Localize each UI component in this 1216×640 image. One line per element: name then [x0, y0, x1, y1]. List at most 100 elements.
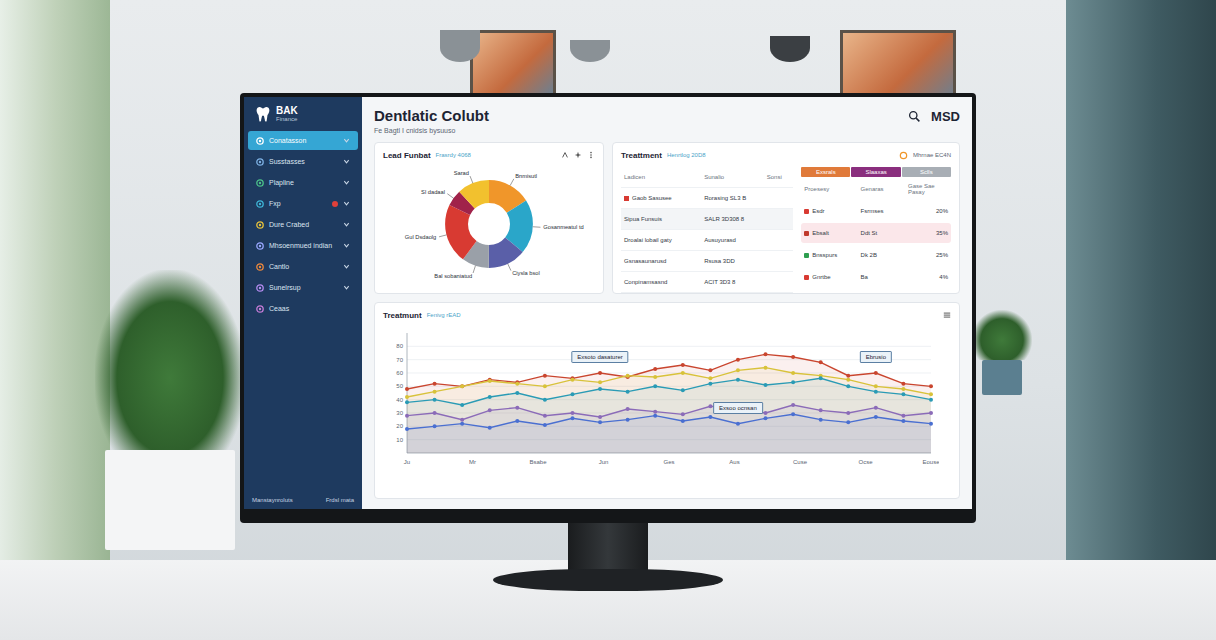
data-point[interactable]	[653, 384, 657, 388]
data-point[interactable]	[433, 424, 437, 428]
donut-slice[interactable]	[457, 192, 522, 257]
data-point[interactable]	[708, 382, 712, 386]
menu-icon[interactable]	[943, 311, 951, 319]
data-point[interactable]	[929, 384, 933, 388]
donut-slice[interactable]	[457, 192, 522, 257]
table-row[interactable]: BnsspursDk 2B25%	[801, 245, 951, 265]
logo[interactable]: BAKFinance	[244, 105, 362, 131]
data-point[interactable]	[874, 371, 878, 375]
table-row[interactable]: EsdrFsrmses20%	[801, 201, 951, 221]
table-row[interactable]: Droalai lobail gatyAusuyurasd	[621, 230, 793, 251]
sidebar-item[interactable]: Cantlo	[248, 257, 358, 276]
data-point[interactable]	[570, 416, 574, 420]
data-point[interactable]	[653, 375, 657, 379]
data-point[interactable]	[598, 380, 602, 384]
data-point[interactable]	[901, 419, 905, 423]
data-point[interactable]	[708, 404, 712, 408]
data-point[interactable]	[791, 380, 795, 384]
donut-slice[interactable]	[457, 192, 522, 257]
data-point[interactable]	[681, 371, 685, 375]
data-point[interactable]	[570, 392, 574, 396]
data-point[interactable]	[819, 408, 823, 412]
data-point[interactable]	[543, 374, 547, 378]
data-point[interactable]	[653, 367, 657, 371]
data-point[interactable]	[626, 374, 630, 378]
data-point[interactable]	[515, 419, 519, 423]
data-point[interactable]	[846, 420, 850, 424]
data-point[interactable]	[929, 422, 933, 426]
data-point[interactable]	[598, 371, 602, 375]
data-point[interactable]	[874, 415, 878, 419]
data-point[interactable]	[405, 395, 409, 399]
data-point[interactable]	[570, 411, 574, 415]
table-row[interactable]: Sipua FunsuisSALR 3D308 8	[621, 209, 793, 230]
data-point[interactable]	[736, 422, 740, 426]
more-icon[interactable]	[587, 151, 595, 159]
data-point[interactable]	[764, 416, 768, 420]
data-point[interactable]	[708, 376, 712, 380]
data-point[interactable]	[736, 368, 740, 372]
data-point[interactable]	[901, 382, 905, 386]
data-point[interactable]	[460, 384, 464, 388]
data-point[interactable]	[681, 419, 685, 423]
data-point[interactable]	[460, 384, 464, 388]
sidebar-item[interactable]: Fxp	[248, 194, 358, 213]
data-point[interactable]	[515, 391, 519, 395]
data-point[interactable]	[901, 414, 905, 418]
sidebar-item[interactable]: Ceaas	[248, 299, 358, 318]
data-point[interactable]	[488, 379, 492, 383]
data-point[interactable]	[846, 378, 850, 382]
data-point[interactable]	[543, 398, 547, 402]
data-point[interactable]	[543, 423, 547, 427]
sidebar-item[interactable]: Sunelrsup	[248, 278, 358, 297]
data-point[interactable]	[791, 371, 795, 375]
data-point[interactable]	[653, 414, 657, 418]
data-point[interactable]	[874, 406, 878, 410]
data-point[interactable]	[405, 400, 409, 404]
data-point[interactable]	[874, 390, 878, 394]
sidebar-item[interactable]: Conatasson	[248, 131, 358, 150]
data-point[interactable]	[433, 398, 437, 402]
data-point[interactable]	[598, 420, 602, 424]
data-point[interactable]	[626, 407, 630, 411]
data-point[interactable]	[764, 366, 768, 370]
data-point[interactable]	[819, 418, 823, 422]
data-point[interactable]	[846, 411, 850, 415]
footer-link[interactable]: Frdsl mata	[326, 497, 354, 503]
data-point[interactable]	[929, 411, 933, 415]
data-point[interactable]	[901, 387, 905, 391]
tab[interactable]: Slaaxas	[851, 167, 900, 177]
data-point[interactable]	[681, 412, 685, 416]
table-row[interactable]: EbsaltDdt St35%	[801, 223, 951, 243]
data-point[interactable]	[736, 378, 740, 382]
data-point[interactable]	[405, 414, 409, 418]
data-point[interactable]	[460, 422, 464, 426]
data-point[interactable]	[405, 427, 409, 431]
tab[interactable]: Exsrals	[801, 167, 850, 177]
data-point[interactable]	[488, 408, 492, 412]
data-point[interactable]	[570, 378, 574, 382]
donut-slice[interactable]	[457, 192, 522, 257]
data-point[interactable]	[791, 412, 795, 416]
table-row[interactable]: GnrtbeBa4%	[801, 267, 951, 287]
user-badge[interactable]: MSD	[931, 109, 960, 124]
expand-icon[interactable]	[561, 151, 569, 159]
data-point[interactable]	[708, 368, 712, 372]
data-point[interactable]	[819, 360, 823, 364]
data-point[interactable]	[488, 395, 492, 399]
data-point[interactable]	[598, 415, 602, 419]
data-point[interactable]	[460, 403, 464, 407]
data-point[interactable]	[764, 383, 768, 387]
data-point[interactable]	[846, 374, 850, 378]
data-point[interactable]	[901, 392, 905, 396]
data-point[interactable]	[736, 358, 740, 362]
footer-link[interactable]: Manstaynroluts	[252, 497, 293, 503]
sidebar-item[interactable]: Plapline	[248, 173, 358, 192]
data-point[interactable]	[708, 415, 712, 419]
data-point[interactable]	[598, 387, 602, 391]
table-row[interactable]: ConpinamsasndACIT 3D3 8	[621, 272, 793, 293]
data-point[interactable]	[653, 410, 657, 414]
data-point[interactable]	[626, 390, 630, 394]
data-point[interactable]	[846, 384, 850, 388]
data-point[interactable]	[791, 403, 795, 407]
